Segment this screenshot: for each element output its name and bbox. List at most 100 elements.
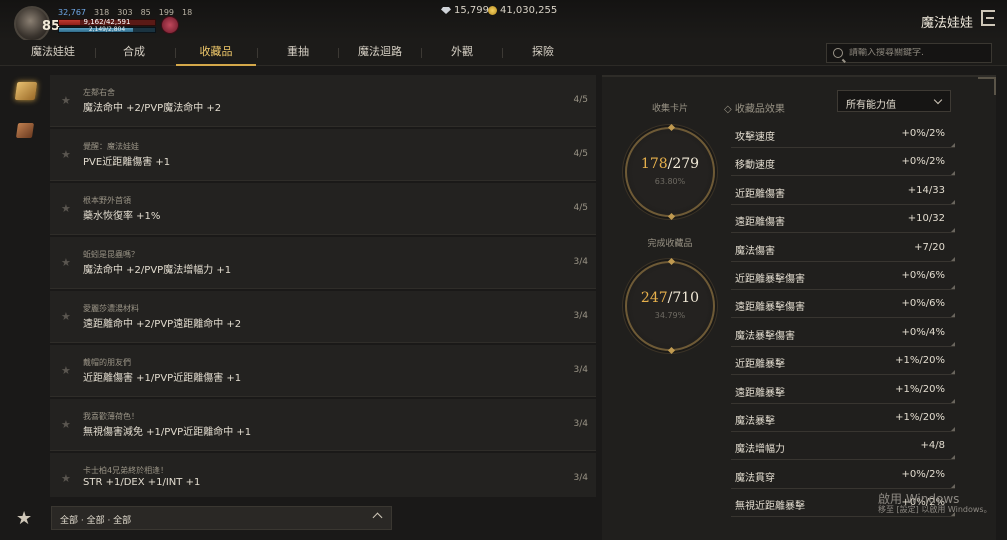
completed-have: 247 (640, 290, 668, 306)
effect-label: 近距離暴擊傷害 (735, 274, 805, 285)
row-corner-mark (951, 370, 955, 375)
row-corner-mark (951, 313, 955, 318)
effect-row: 遠距離傷害 +10/32 (731, 207, 955, 234)
collection-item[interactable]: ★ 戴帽的朋友們 近距離傷害 +1/PVP近距離傷害 +1 3/4 (50, 345, 596, 397)
row-corner-mark (951, 199, 955, 204)
effect-row: 魔法暴擊 +1%/20% (731, 406, 955, 432)
effect-label: 近距離暴擊 (735, 359, 785, 371)
page-title: 魔法娃娃 (920, 16, 973, 31)
stat-value: 318 (94, 8, 110, 17)
buff-badge-icon[interactable] (161, 16, 179, 34)
collection-count: 3/4 (573, 473, 588, 483)
effect-row: 魔法增幅力 +4/8 (731, 434, 955, 461)
tab-divider (95, 48, 96, 58)
collection-name: 左鄰右舍 (83, 88, 115, 97)
tab-divider (257, 48, 258, 58)
collection-item[interactable]: ★ 左鄰右舍 魔法命中 +2/PVP魔法命中 +2 4/5 (50, 75, 596, 127)
star-icon[interactable]: ★ (61, 148, 71, 161)
effect-value: +0%/2% (901, 468, 945, 480)
tab-adventure[interactable]: 探險 (507, 40, 579, 66)
effect-row: 近距離暴擊 +1%/20% (731, 349, 955, 376)
collection-effect: 魔法命中 +2/PVP魔法命中 +2 (83, 103, 222, 114)
collection-count: 4/5 (573, 203, 588, 213)
book-icon[interactable] (15, 123, 35, 138)
star-icon[interactable]: ★ (61, 364, 71, 377)
tab-appearance[interactable]: 外觀 (426, 40, 498, 66)
completed-total: /710 (667, 290, 700, 306)
effect-label: 遠距離傷害 (735, 217, 785, 229)
hp-bar: 9,162/42,591 (58, 18, 156, 26)
collection-count: 4/5 (573, 95, 588, 105)
collection-name: 蚯蚓是昆蟲嗎？ (83, 250, 139, 259)
completed-label: 完成收藏品 (647, 239, 693, 249)
star-icon[interactable]: ★ (61, 310, 71, 323)
stat-filter-dropdown[interactable]: 所有能力值 (837, 90, 951, 112)
windows-watermark-sub: 移至 [設定] 以啟用 Windows。 (878, 505, 992, 514)
collection-count: 3/4 (573, 419, 588, 429)
collection-book-icon[interactable] (14, 82, 38, 100)
effect-row: 移動速度 +0%/2% (731, 150, 955, 177)
row-corner-mark (951, 398, 955, 403)
effect-value: +0%/2% (901, 128, 945, 139)
filter-label: 全部 · 全部 · 全部 (60, 516, 132, 526)
star-icon[interactable]: ★ (61, 418, 71, 431)
filter-dropdown[interactable]: 全部 · 全部 · 全部 (51, 506, 392, 530)
row-corner-mark (951, 228, 955, 233)
diamond-currency: 15,799 (441, 5, 489, 16)
star-icon[interactable]: ★ (61, 202, 71, 215)
tab-reroll[interactable]: 重抽 (262, 40, 334, 66)
exit-icon[interactable] (981, 10, 995, 26)
star-icon[interactable]: ★ (61, 94, 71, 107)
chevron-up-icon (372, 512, 383, 523)
effect-row: 近距離暴擊傷害 +0%/6% (731, 264, 955, 290)
collection-item[interactable]: ★ 根本野外首領 藥水恢復率 +1% 4/5 (50, 183, 596, 235)
tab-collection[interactable]: 收藏品 (176, 40, 256, 66)
collection-count: 4/5 (573, 149, 588, 159)
effect-value: +0%/2% (901, 156, 945, 168)
collection-effect: 無視傷害減免 +1/PVP近距離命中 +1 (83, 427, 252, 438)
tab-divider (338, 48, 339, 58)
collection-item[interactable]: ★ 覺醒：魔法娃娃 PVE近距離傷害 +1 4/5 (50, 129, 596, 181)
star-icon[interactable]: ★ (61, 256, 71, 269)
collection-item[interactable]: ★ 愛麗莎濃湯材料 遠距離命中 +2/PVP遠距離命中 +2 3/4 (50, 291, 596, 343)
effect-label: 魔法暴擊傷害 (735, 330, 795, 342)
tab-magic-doll[interactable]: 魔法娃娃 (18, 40, 88, 66)
effect-label: 遠距離暴擊傷害 (735, 302, 805, 314)
effect-value: +0%/6% (901, 298, 945, 310)
top-bar: 85 32,767 318 303 85 199 18 9,162/42,591… (0, 0, 1007, 42)
collection-name: 戴帽的朋友們 (83, 358, 131, 367)
row-corner-mark (951, 256, 955, 261)
tab-divider (421, 48, 422, 58)
collection-item[interactable]: ★ 我喜歡薄荷色！ 無視傷害減免 +1/PVP近距離命中 +1 3/4 (50, 399, 596, 451)
mp-text: 2,149/2,804 (88, 26, 126, 33)
row-corner-mark (951, 143, 955, 147)
stat-value: 32,767 (58, 8, 86, 17)
effect-value: +0%/6% (901, 270, 945, 281)
cards-percent: 63.80% (654, 177, 686, 186)
stat-value: 85 (140, 8, 151, 17)
search-input[interactable] (849, 48, 989, 58)
tab-compose[interactable]: 合成 (100, 40, 168, 66)
row-corner-mark (951, 285, 955, 289)
collection-name: 我喜歡薄荷色！ (83, 412, 139, 421)
tab-magic-circuit[interactable]: 魔法迴路 (343, 40, 417, 66)
collection-effect: PVE近距離傷害 +1 (83, 157, 171, 168)
collection-effect: 近距離傷害 +1/PVP近距離傷害 +1 (83, 373, 242, 384)
collection-item[interactable]: ★ 卡士柏4兄弟終於相逢！ STR +1/DEX +1/INT +1 3/4 (50, 453, 596, 497)
collection-effect: 魔法命中 +2/PVP魔法增幅力 +1 (83, 265, 232, 276)
effect-value: +1%/20% (895, 412, 945, 423)
star-icon[interactable]: ★ (61, 472, 71, 485)
search-box[interactable] (826, 43, 992, 63)
collection-item[interactable]: ★ 蚯蚓是昆蟲嗎？ 魔法命中 +2/PVP魔法增幅力 +1 3/4 (50, 237, 596, 289)
collection-count: 3/4 (573, 257, 588, 267)
cards-have: 178 (640, 156, 668, 172)
gold-amount: 41,030,255 (500, 5, 558, 16)
tab-divider (502, 48, 503, 58)
effect-row: 遠距離暴擊傷害 +0%/6% (731, 292, 955, 319)
completed-count: 247/710 (627, 290, 713, 306)
row-corner-mark (951, 171, 955, 176)
favorite-star-icon[interactable]: ★ (16, 508, 32, 529)
stat-value: 18 (182, 8, 193, 17)
effect-label: 移動速度 (735, 160, 775, 172)
effect-label: 攻擊速度 (735, 132, 775, 143)
